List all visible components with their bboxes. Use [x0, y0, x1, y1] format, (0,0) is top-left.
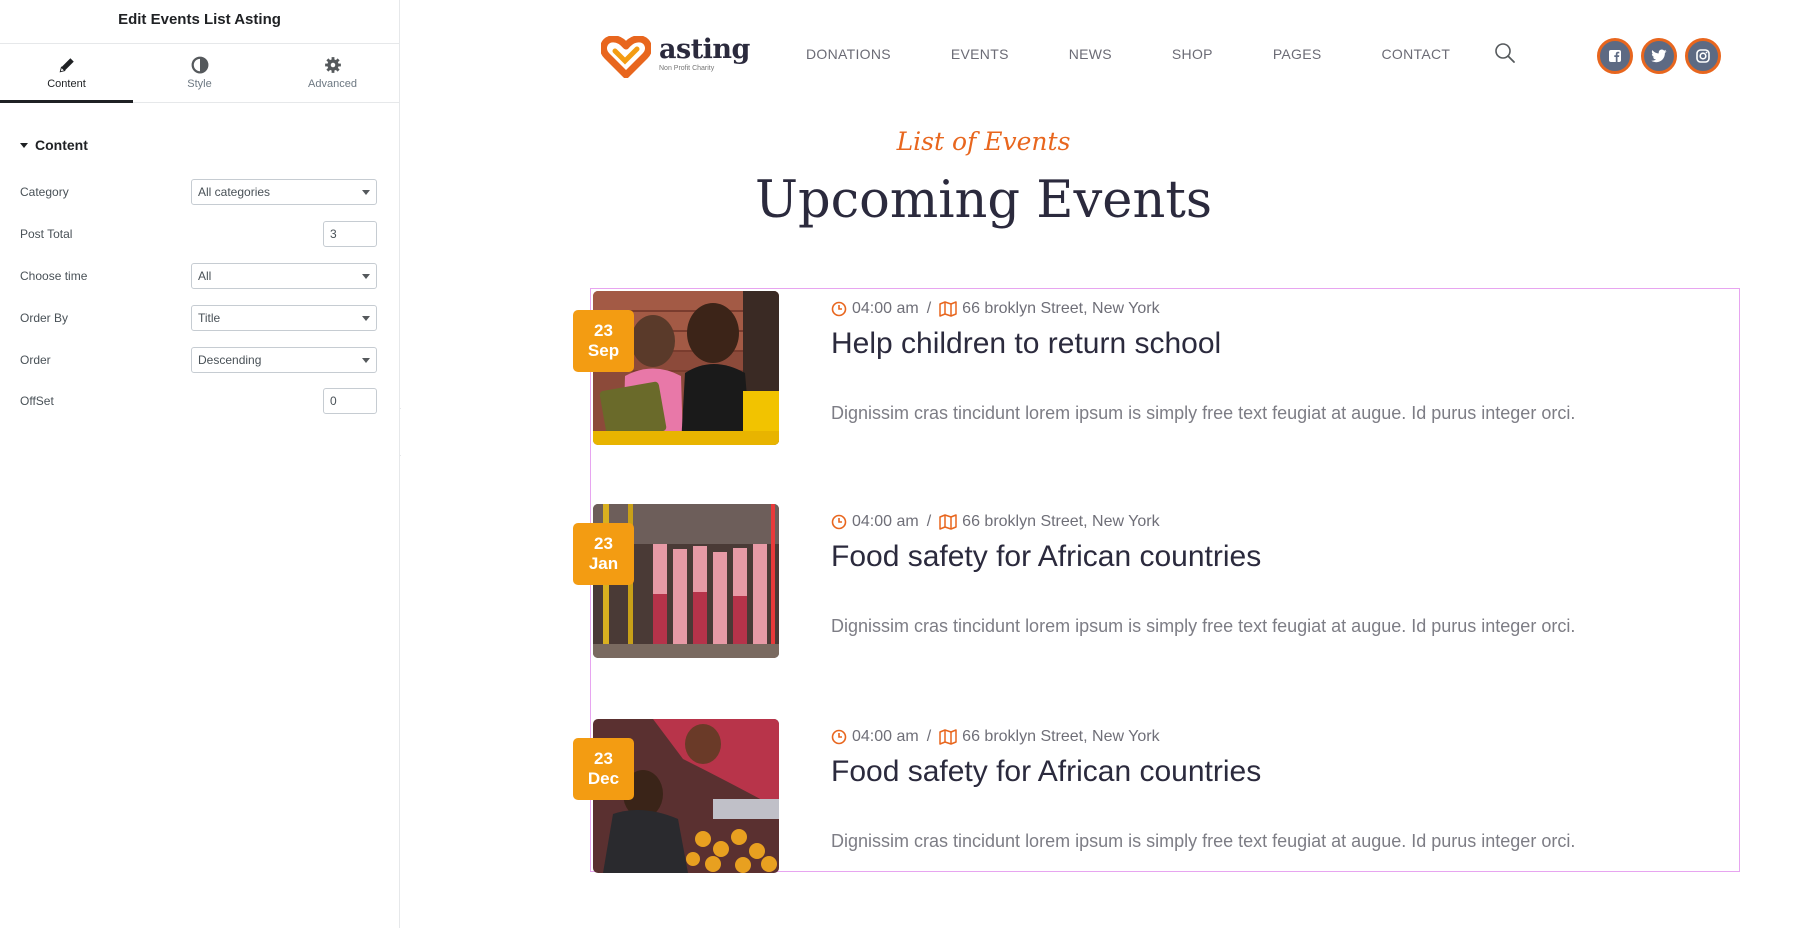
panel-tabs: Content Style Advanced	[0, 44, 399, 103]
choose-time-select[interactable]: All	[191, 263, 377, 289]
dropdown-arrow-icon	[362, 315, 370, 321]
order-by-select[interactable]: Title	[191, 305, 377, 331]
event-date-badge: 23 Jan	[573, 523, 634, 585]
site-preview: asting Non Profit Charity DONATIONS EVEN…	[401, 0, 1800, 928]
event-date-badge: 23 Sep	[573, 310, 634, 372]
site-logo[interactable]: asting Non Profit Charity	[601, 34, 750, 80]
control-order-by: Order By Title	[20, 305, 377, 331]
heart-logo-icon	[601, 36, 651, 78]
order-by-label: Order By	[20, 311, 69, 325]
offset-input[interactable]: 0	[323, 388, 377, 414]
caret-down-icon	[20, 142, 28, 148]
main-nav: DONATIONS EVENTS NEWS SHOP PAGES CONTACT	[806, 46, 1510, 62]
meta-separator: /	[926, 728, 932, 745]
event-month: Jan	[588, 554, 619, 573]
event-description: Dignissim cras tincidunt lorem ipsum is …	[831, 831, 1576, 851]
offset-label: OffSet	[20, 394, 54, 408]
tab-style-label: Style	[187, 78, 212, 90]
event-meta: 04:00 am / 66 broklyn Street, New York	[831, 513, 1160, 531]
events-list: 23 Sep 04:00 am / 66 broklyn Street, New…	[573, 288, 1741, 873]
event-month: Sep	[587, 341, 620, 360]
editor-panel: Edit Events List Asting Content Style Ad…	[0, 0, 400, 928]
map-icon	[939, 514, 957, 530]
event-time: 04:00 am	[852, 513, 919, 530]
meta-separator: /	[926, 300, 932, 317]
logo-tagline: Non Profit Charity	[659, 65, 715, 72]
order-select[interactable]: Descending	[191, 347, 377, 373]
event-day: 23	[594, 534, 613, 553]
tab-content-label: Content	[47, 78, 86, 90]
clock-icon	[831, 514, 847, 530]
twitter-icon	[1651, 49, 1667, 63]
event-description: Dignissim cras tincidunt lorem ipsum is …	[831, 403, 1576, 423]
control-order: Order Descending	[20, 347, 377, 373]
nav-contact[interactable]: CONTACT	[1382, 46, 1451, 62]
clock-icon	[831, 729, 847, 745]
tab-style[interactable]: Style	[133, 44, 266, 102]
half-circle-icon	[191, 56, 208, 74]
event-time: 04:00 am	[852, 300, 919, 317]
nav-donations[interactable]: DONATIONS	[806, 46, 891, 62]
map-icon	[939, 301, 957, 317]
tab-advanced-label: Advanced	[308, 78, 357, 90]
facebook-icon	[1609, 50, 1621, 62]
event-time: 04:00 am	[852, 728, 919, 745]
tab-advanced[interactable]: Advanced	[266, 44, 399, 102]
event-location: 66 broklyn Street, New York	[962, 513, 1160, 530]
map-icon	[939, 729, 957, 745]
event-item: 23 Dec 04:00 am / 66 broklyn Street, New…	[573, 718, 1741, 873]
event-day: 23	[594, 749, 613, 768]
dropdown-arrow-icon	[362, 189, 370, 195]
event-day: 23	[594, 321, 613, 340]
control-post-total: Post Total 3	[20, 221, 377, 247]
event-item: 23 Sep 04:00 am / 66 broklyn Street, New…	[573, 290, 1741, 445]
control-offset: OffSet 0	[20, 388, 377, 414]
event-title[interactable]: Food safety for African countries	[831, 755, 1261, 789]
choose-time-value: All	[198, 269, 212, 283]
order-label: Order	[20, 353, 51, 367]
control-category: Category All categories	[20, 179, 377, 205]
nav-events[interactable]: EVENTS	[951, 46, 1009, 62]
pencil-icon	[59, 58, 74, 73]
dropdown-arrow-icon	[362, 357, 370, 363]
control-choose-time: Choose time All	[20, 263, 377, 289]
search-icon[interactable]	[1494, 42, 1516, 64]
tab-content[interactable]: Content	[0, 44, 133, 103]
panel-title: Edit Events List Asting	[0, 0, 399, 44]
nav-shop[interactable]: SHOP	[1172, 46, 1213, 62]
event-location: 66 broklyn Street, New York	[962, 728, 1160, 745]
nav-news[interactable]: NEWS	[1069, 46, 1112, 62]
event-item: 23 Jan 04:00 am / 66 broklyn Street, New…	[573, 503, 1741, 658]
section-title: Upcoming Events	[754, 171, 1212, 230]
section-title: Content	[35, 137, 88, 153]
post-total-input[interactable]: 3	[323, 221, 377, 247]
event-description: Dignissim cras tincidunt lorem ipsum is …	[831, 616, 1576, 636]
nav-pages[interactable]: PAGES	[1273, 46, 1322, 62]
clock-icon	[831, 301, 847, 317]
event-date-badge: 23 Dec	[573, 738, 634, 800]
dropdown-arrow-icon	[362, 273, 370, 279]
event-meta: 04:00 am / 66 broklyn Street, New York	[831, 728, 1160, 746]
meta-separator: /	[926, 513, 932, 530]
category-select[interactable]: All categories	[191, 179, 377, 205]
event-location: 66 broklyn Street, New York	[962, 300, 1160, 317]
section-subtitle: List of Events	[896, 127, 1071, 156]
logo-word: asting	[659, 34, 750, 65]
category-value: All categories	[198, 185, 271, 199]
event-title[interactable]: Food safety for African countries	[831, 540, 1261, 574]
event-title[interactable]: Help children to return school	[831, 327, 1221, 361]
post-total-label: Post Total	[20, 227, 73, 241]
order-by-value: Title	[198, 311, 221, 325]
instagram-button[interactable]	[1685, 38, 1721, 74]
event-month: Dec	[587, 769, 620, 788]
order-value: Descending	[198, 353, 262, 367]
choose-time-label: Choose time	[20, 269, 88, 283]
section-content-toggle[interactable]: Content	[0, 126, 399, 164]
facebook-button[interactable]	[1597, 38, 1633, 74]
twitter-button[interactable]	[1641, 38, 1677, 74]
instagram-icon	[1696, 49, 1710, 63]
category-label: Category	[20, 185, 69, 199]
event-meta: 04:00 am / 66 broklyn Street, New York	[831, 300, 1160, 318]
gear-icon	[324, 57, 341, 73]
